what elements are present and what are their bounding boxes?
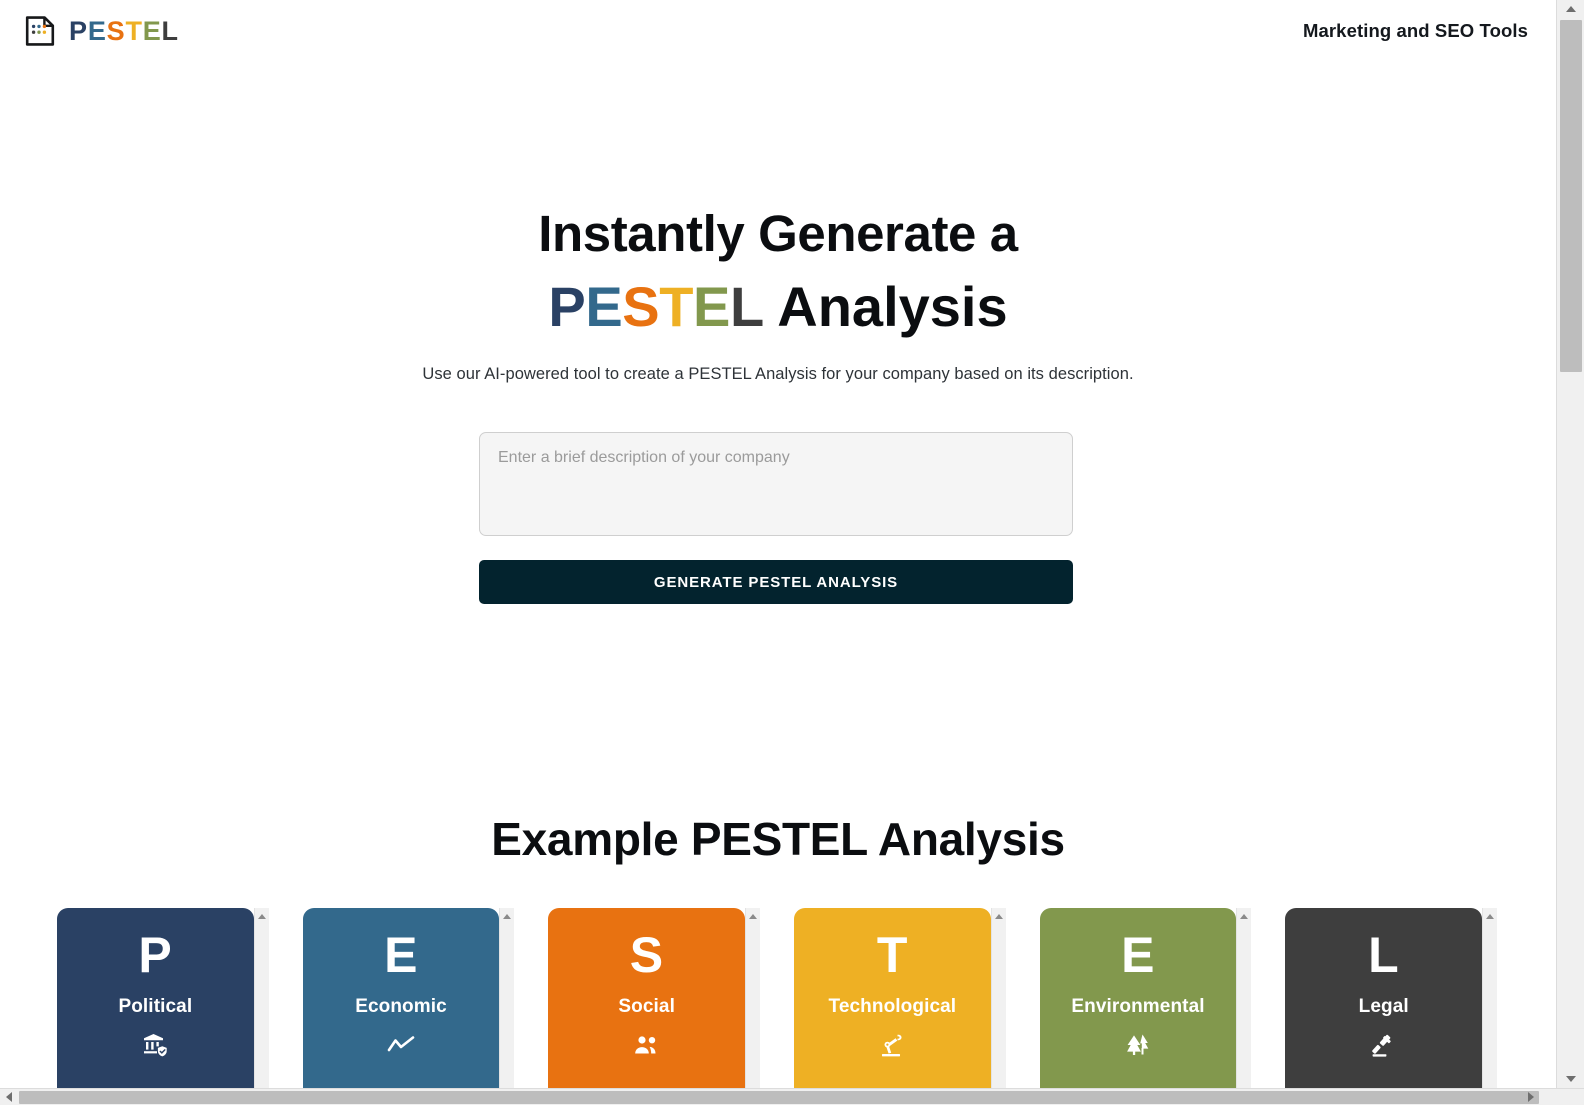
pestel-card-body[interactable]: S Social <box>548 908 746 1088</box>
pestel-card-technological: T Technological <box>794 908 1006 1088</box>
brand-letter-4: E <box>142 15 162 46</box>
pestel-card-letter: S <box>629 927 664 983</box>
example-section-heading: Example PESTEL Analysis <box>491 813 1065 865</box>
hero-letter-0: P <box>548 275 586 339</box>
horizontal-scrollbar-thumb[interactable] <box>19 1091 1539 1104</box>
trees-icon <box>1040 1032 1237 1058</box>
chevron-up-icon[interactable] <box>1240 914 1249 919</box>
pestel-card-economic: E Economic <box>302 908 515 1088</box>
hero-subtitle: Use our AI-powered tool to create a PEST… <box>422 364 1134 383</box>
chevron-right-icon <box>1527 1092 1534 1102</box>
pestel-card-title: Environmental <box>1071 996 1205 1017</box>
pestel-card-political: P Political <box>57 908 269 1088</box>
bank-shield-icon <box>57 1032 254 1058</box>
pestel-card-scrollbar[interactable] <box>499 908 515 1088</box>
pestel-card-body[interactable]: P Political <box>57 908 254 1088</box>
horizontal-scrollbar[interactable] <box>0 1088 1584 1105</box>
brand-letter-5: L <box>161 15 179 46</box>
pestel-card-body[interactable]: E Economic <box>302 908 500 1088</box>
chevron-down-icon <box>1566 1076 1576 1082</box>
brand-logo[interactable]: PESTEL <box>24 15 179 47</box>
generator-form: GENERATE PESTEL ANALYSIS <box>479 432 1073 604</box>
people-group-icon <box>548 1032 745 1058</box>
brand-letter-2: S <box>106 15 126 46</box>
hero-section: Instantly Generate a PESTEL Analysis Use… <box>0 205 1556 384</box>
scroll-up-button[interactable] <box>1557 0 1584 18</box>
chevron-up-icon <box>1566 6 1576 12</box>
hero-letter-5: L <box>729 275 764 339</box>
brand-letter-0: P <box>69 15 88 46</box>
pestel-card-environmental: E Environmental <box>1039 908 1252 1088</box>
brand-wordmark: PESTEL <box>69 15 179 46</box>
pestel-cards-row: P Political E Economic S Social T Technological… <box>57 908 1498 1088</box>
scroll-left-button[interactable] <box>0 1089 17 1105</box>
vertical-scrollbar-thumb[interactable] <box>1560 20 1582 372</box>
pestel-card-title: Technological <box>828 996 957 1017</box>
pestel-card-body[interactable]: L Legal <box>1285 908 1483 1088</box>
pestel-card-title: Social <box>618 996 675 1017</box>
chevron-left-icon <box>5 1092 12 1102</box>
chevron-up-icon[interactable] <box>994 914 1003 919</box>
page-root: PESTEL Marketing and SEO Tools Instantly… <box>0 0 1584 1105</box>
robot-arm-icon <box>794 1032 991 1058</box>
hero-letter-3: T <box>659 275 694 339</box>
scroll-down-button[interactable] <box>1557 1070 1584 1088</box>
hero-letter-1: E <box>585 275 623 339</box>
pestel-card-letter: E <box>1121 927 1155 983</box>
pestel-document-icon <box>25 16 55 46</box>
hero-title-line1: Instantly Generate a <box>538 205 1018 262</box>
pestel-card-body[interactable]: E Environmental <box>1039 908 1237 1088</box>
pestel-card-letter: T <box>876 927 908 983</box>
pestel-card-scrollbar[interactable] <box>990 908 1006 1088</box>
header-tagline: Marketing and SEO Tools <box>1302 20 1528 41</box>
scroll-right-button[interactable] <box>1522 1089 1539 1105</box>
brand-letter-3: T <box>125 15 143 46</box>
hero-letter-2: S <box>622 275 660 339</box>
pestel-card-scrollbar[interactable] <box>1236 908 1252 1088</box>
page-viewport: PESTEL Marketing and SEO Tools Instantly… <box>0 0 1556 1088</box>
pestel-card-title: Economic <box>355 996 447 1017</box>
chevron-up-icon[interactable] <box>503 914 512 919</box>
chevron-up-icon[interactable] <box>257 914 266 919</box>
pestel-card-body[interactable]: T Technological <box>794 908 991 1088</box>
pestel-card-legal: L Legal <box>1285 908 1498 1088</box>
pestel-card-letter: P <box>138 927 173 983</box>
brand-letter-1: E <box>87 15 107 46</box>
pestel-card-letter: E <box>384 927 418 983</box>
chevron-up-icon[interactable] <box>749 914 758 919</box>
gavel-icon <box>1285 1032 1482 1058</box>
line-chart-icon <box>303 1032 500 1058</box>
vertical-scrollbar[interactable] <box>1556 0 1584 1088</box>
pestel-card-letter: L <box>1368 927 1400 983</box>
pestel-card-scrollbar[interactable] <box>253 908 269 1088</box>
generate-pestel-analysis-button[interactable]: GENERATE PESTEL ANALYSIS <box>479 560 1073 604</box>
pestel-card-social: S Social <box>548 908 761 1088</box>
pestel-card-scrollbar[interactable] <box>1482 908 1498 1088</box>
hero-title-plain: Analysis <box>763 275 1008 339</box>
hero-letter-4: E <box>693 275 730 339</box>
pestel-card-title: Political <box>118 996 193 1017</box>
site-header: PESTEL Marketing and SEO Tools <box>0 0 1556 62</box>
scrollbar-corner <box>1556 1089 1584 1105</box>
company-description-input[interactable] <box>479 432 1073 536</box>
hero-title-line2: PESTEL Analysis <box>0 275 1556 339</box>
pestel-card-scrollbar[interactable] <box>745 908 761 1088</box>
pestel-card-title: Legal <box>1358 996 1409 1017</box>
chevron-up-icon[interactable] <box>1486 914 1495 919</box>
